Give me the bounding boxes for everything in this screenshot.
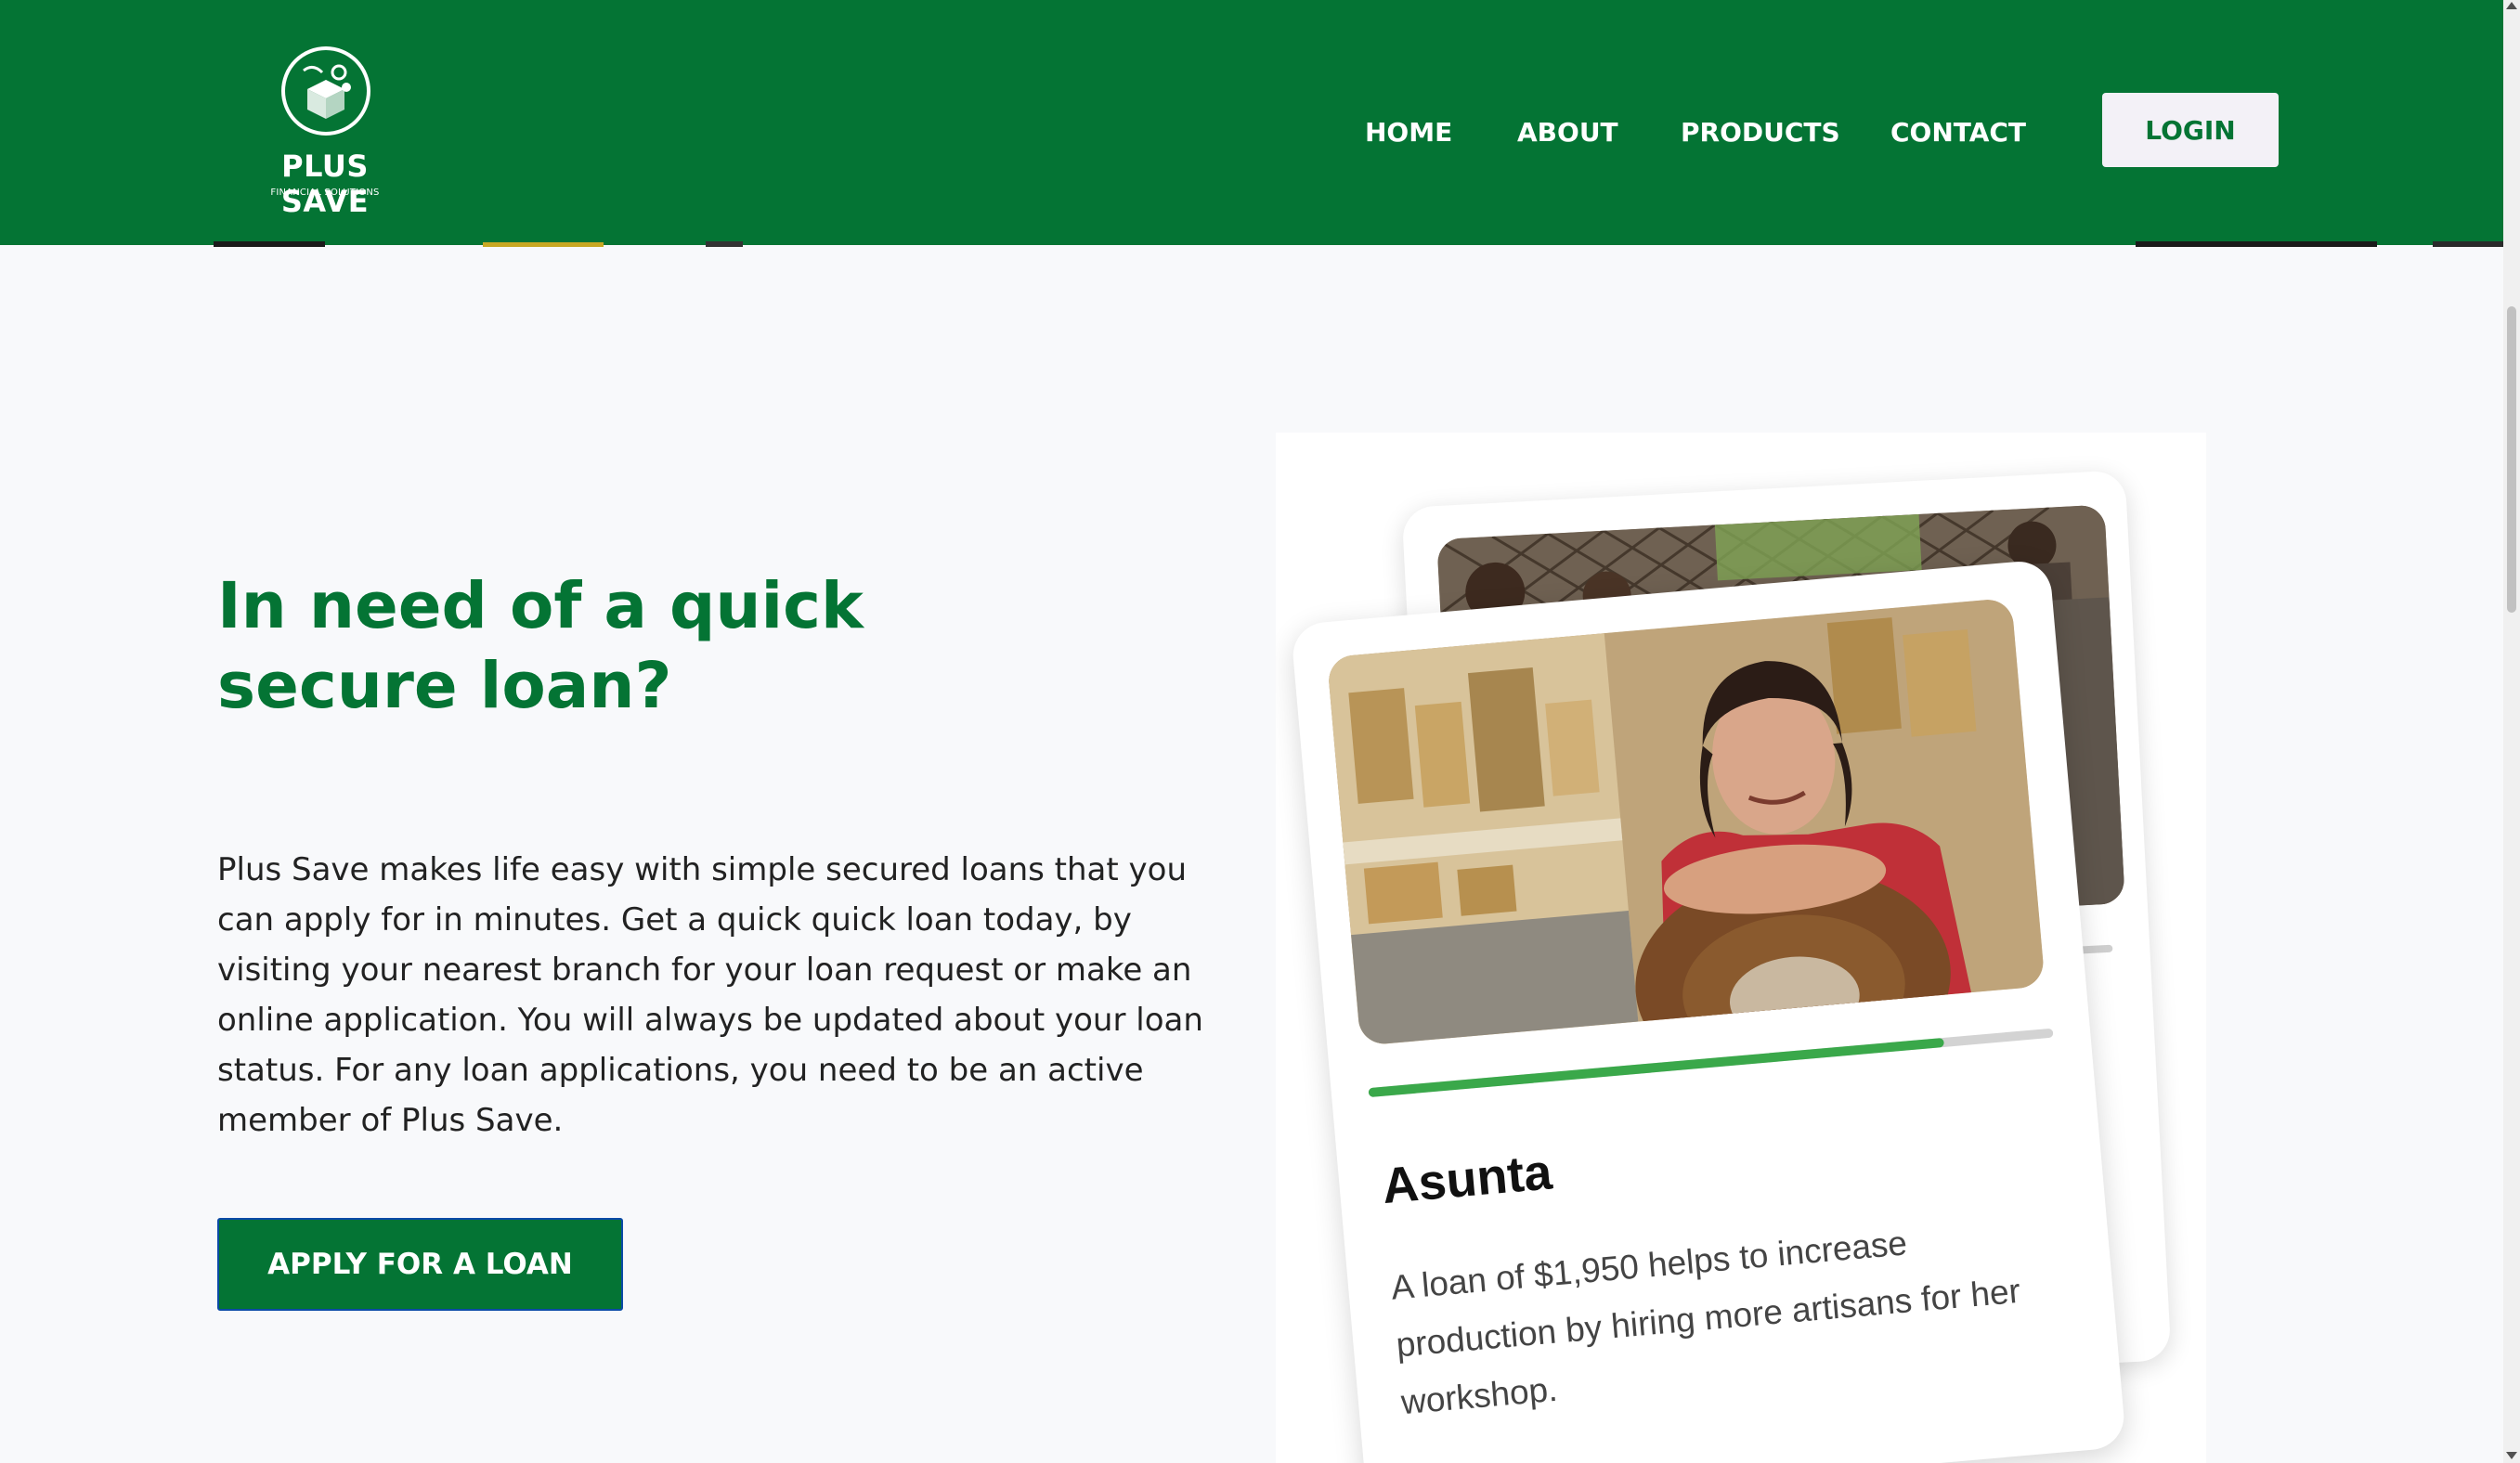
login-button[interactable]: LOGIN [2102,93,2279,167]
scroll-up-arrow-icon[interactable] [2506,2,2517,9]
logo-subtitle: FINANCIAL SOLUTIONS [270,188,380,198]
nav-contact[interactable]: CONTACT [1890,117,2026,148]
plus-save-logo[interactable]: PLUS SAVE FINANCIAL SOLUTIONS [237,45,413,219]
site-header: PLUS SAVE FINANCIAL SOLUTIONS HOME ABOUT… [0,0,2503,247]
scroll-down-arrow-icon[interactable] [2506,1452,2517,1459]
header-image-edge [214,241,2503,247]
page-scrollbar[interactable] [2503,0,2520,1463]
borrower-photo [1326,597,2046,1046]
hero-description: Plus Save makes life easy with simple se… [217,851,1203,1139]
nav-products[interactable]: PRODUCTS [1681,117,1840,148]
loan-card[interactable]: Asunta A loan of $1,950 helps to increas… [1290,559,2127,1463]
loan-description: A loan of $1,950 helps to increase produ… [1389,1223,2022,1422]
nav-about[interactable]: ABOUT [1517,117,1618,148]
nav-home[interactable]: HOME [1365,117,1452,148]
hero-title: In need of a quick secure loan? [217,569,864,723]
logo-title: PLUS SAVE [280,149,370,219]
loan-showcase-panel: Asunta A loan of $1,950 helps to increas… [1276,433,2206,1463]
borrower-name: Asunta [1380,1144,1554,1215]
scroll-thumb[interactable] [2507,306,2516,613]
loan-progress-fill [1368,1037,1944,1098]
apply-for-loan-button[interactable]: APPLY FOR A LOAN [217,1218,623,1311]
logo-box-icon [281,46,370,136]
loan-progress-bar [1368,1028,2054,1098]
